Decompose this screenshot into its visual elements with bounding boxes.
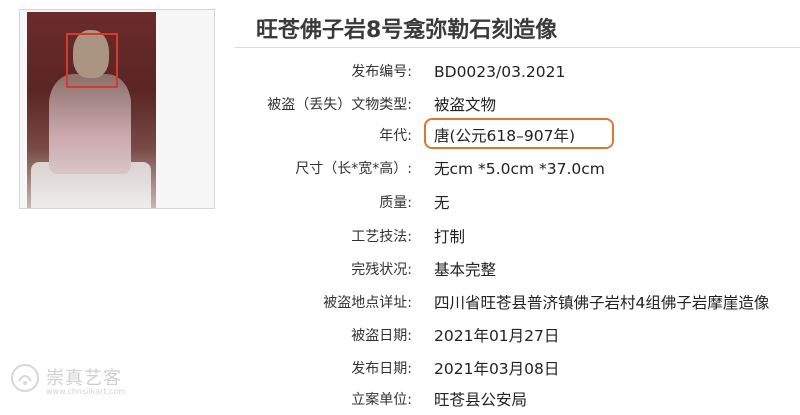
field-value: BD0023/03.2021: [434, 63, 566, 81]
field-label: 尺寸（长*宽*高）:: [295, 161, 412, 177]
field-label: 质量:: [379, 195, 412, 211]
field-value: 基本完整: [434, 261, 497, 279]
field-label: 工艺技法:: [351, 229, 412, 245]
statue-photo[interactable]: [27, 12, 156, 208]
field-row-filing-unit: 立案单位: 旺苍县公安局: [235, 385, 800, 415]
field-row-technique: 工艺技法: 打制: [235, 222, 800, 252]
field-label: 被盗（丢失）文物类型:: [267, 97, 412, 113]
field-row-release-date: 发布日期: 2021年03月08日: [235, 354, 800, 384]
field-row-type: 被盗（丢失）文物类型: 被盗文物: [235, 90, 800, 120]
field-row-theft-date: 被盗日期: 2021年01月27日: [235, 321, 800, 351]
field-label: 发布编号:: [351, 64, 412, 80]
field-value: 2021年03月08日: [434, 360, 560, 378]
field-row-dimensions: 尺寸（长*宽*高）: 无cm *5.0cm *37.0cm: [235, 154, 800, 184]
field-value: 无: [434, 194, 450, 212]
field-label: 年代:: [379, 128, 412, 144]
era-highlight-box: [424, 118, 614, 149]
page-title: 旺苍佛子岩8号龛弥勒石刻造像: [256, 18, 558, 43]
field-value: 旺苍县公安局: [434, 391, 528, 409]
field-value: 四川省旺苍县普济镇佛子岩村4组佛子岩摩崖造像: [434, 294, 770, 312]
field-label: 发布日期:: [351, 361, 412, 377]
field-value: 2021年01月27日: [434, 327, 560, 345]
watermark-url: www.chnsilkart.com: [46, 387, 127, 396]
watermark-logo-icon: [11, 364, 39, 392]
field-row-mass: 质量: 无: [235, 188, 800, 218]
face-highlight-box: [66, 33, 118, 88]
field-value: 打制: [434, 228, 466, 246]
field-value: 无cm *5.0cm *37.0cm: [434, 160, 605, 178]
statue-body: [49, 74, 131, 174]
field-row-release-number: 发布编号: BD0023/03.2021: [235, 57, 800, 87]
field-value: 被盗文物: [434, 96, 497, 114]
field-row-theft-location: 被盗地点详址: 四川省旺苍县普济镇佛子岩村4组佛子岩摩崖造像: [235, 288, 800, 318]
field-label: 被盗地点详址:: [323, 295, 412, 311]
field-label: 完残状况:: [351, 262, 412, 278]
artifact-photo-frame: [19, 9, 215, 209]
field-row-condition: 完残状况: 基本完整: [235, 255, 800, 285]
field-label: 立案单位:: [351, 392, 412, 408]
title-divider: [235, 47, 800, 48]
field-label: 被盗日期:: [351, 328, 412, 344]
